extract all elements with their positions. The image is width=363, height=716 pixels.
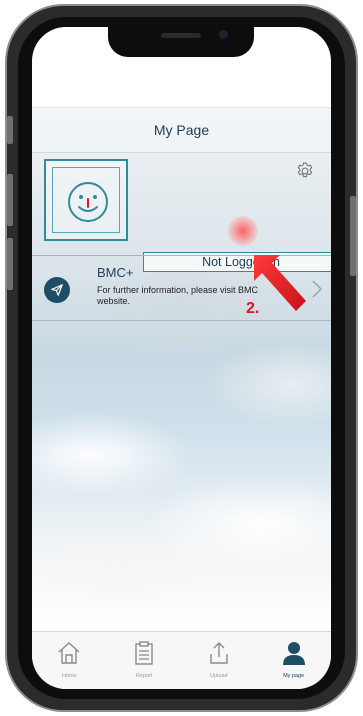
paper-plane-icon — [51, 284, 63, 296]
step-number-label: 2. — [246, 300, 260, 317]
user-icon — [282, 642, 305, 665]
chevron-right-icon — [312, 280, 323, 298]
tab-my-page[interactable]: My page — [256, 632, 331, 689]
report-icon — [135, 641, 153, 665]
avatar[interactable] — [44, 159, 128, 241]
upload-icon — [210, 642, 228, 664]
avatar-frame — [52, 167, 120, 233]
power-button — [350, 196, 356, 276]
speaker-grille — [161, 33, 201, 38]
tab-report-label: Report — [135, 673, 153, 679]
app-screen: My Page Not Logged in BMC+ For further i… — [32, 27, 331, 689]
tab-home-label: Home — [62, 673, 77, 679]
bmc-plus-title: BMC+ — [97, 265, 134, 280]
tap-indicator — [228, 216, 258, 246]
bottom-tab-bar: Home Report Upload My page — [32, 631, 331, 689]
tab-upload-label: Upload — [210, 673, 228, 679]
page-title: My Page — [153, 122, 210, 138]
send-icon-badge — [44, 277, 70, 303]
divider — [32, 320, 331, 321]
smiley-face-icon — [68, 182, 108, 222]
mute-switch — [7, 116, 13, 144]
gear-icon[interactable] — [295, 161, 315, 181]
page-header: My Page — [32, 107, 331, 153]
volume-down-button — [7, 238, 13, 290]
front-camera — [219, 30, 228, 39]
notch — [108, 27, 254, 57]
tab-report[interactable]: Report — [107, 632, 182, 689]
profile-section: Not Logged in — [32, 153, 331, 272]
home-icon — [58, 642, 80, 664]
volume-up-button — [7, 174, 13, 226]
tab-home[interactable]: Home — [32, 632, 107, 689]
tab-my-page-label: My page — [283, 673, 305, 679]
tab-upload[interactable]: Upload — [182, 632, 257, 689]
